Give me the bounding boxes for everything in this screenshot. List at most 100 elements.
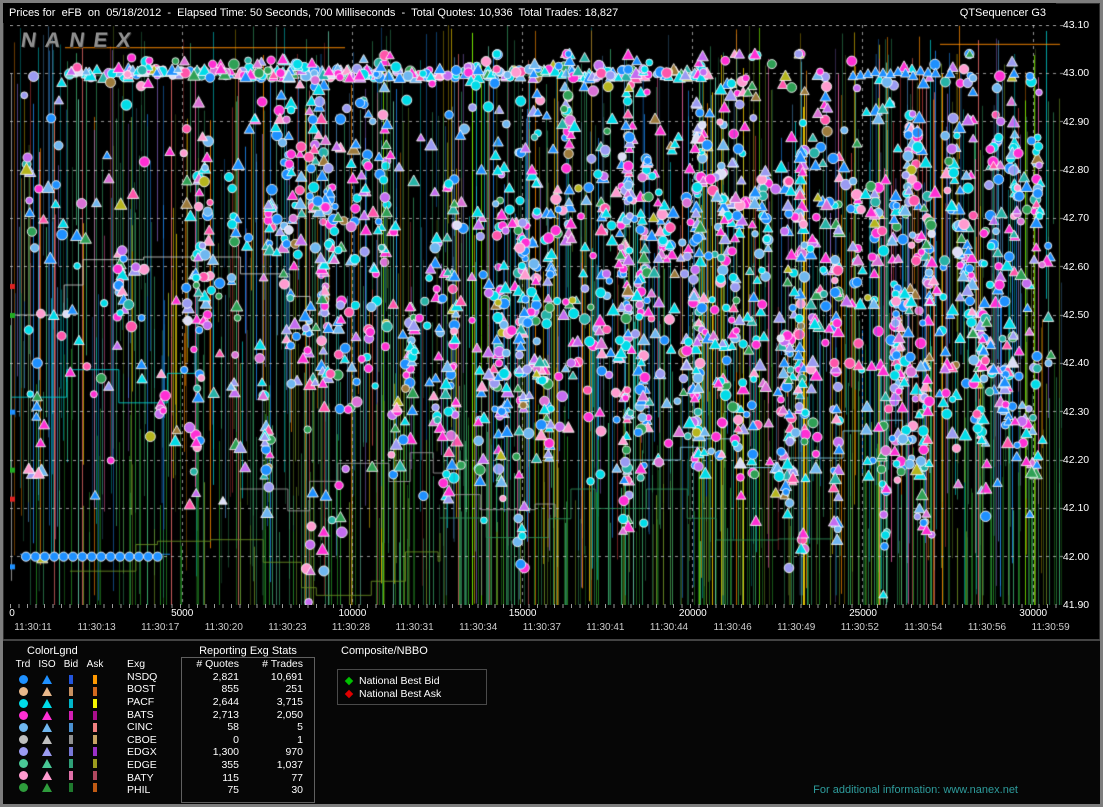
nbbo-item-label: National Best Bid <box>359 675 440 687</box>
iso-triangle-marker <box>42 723 52 732</box>
price-label: 42.40 <box>1057 357 1095 369</box>
legend-row <box>11 709 107 721</box>
legend-row <box>11 769 107 781</box>
x-time-label: 11:30:49 <box>769 622 823 633</box>
trd-circle-marker <box>19 759 28 768</box>
iso-triangle-marker <box>42 747 52 756</box>
bid-bar-marker <box>69 723 73 732</box>
price-label: 42.80 <box>1057 164 1095 176</box>
x-axis-ticks: 050001000015000200002500030000 <box>10 608 1063 620</box>
ask-bar-marker <box>93 675 97 684</box>
stats-exchange-name: NSDQ <box>127 671 185 683</box>
x-time-label: 11:30:46 <box>706 622 760 633</box>
stats-trades-value: 1 <box>245 734 307 746</box>
stats-quotes-value: 2,713 <box>185 709 245 721</box>
trd-circle-marker <box>19 687 28 696</box>
x-time-label: 11:30:13 <box>70 622 124 633</box>
nbbo-dot-icon <box>345 689 353 697</box>
bid-bar-marker <box>69 675 73 684</box>
iso-triangle-marker <box>42 675 52 684</box>
stats-table: Exg# Quotes# TradesNSDQ2,82110,691BOST85… <box>127 658 307 797</box>
stats-exchange-name: EDGE <box>127 759 185 771</box>
stats-row: CINC585 <box>127 721 307 734</box>
trd-circle-marker <box>19 747 28 756</box>
nbbo-box: National Best BidNational Best Ask <box>337 669 487 705</box>
trd-circle-marker <box>19 783 28 792</box>
stats-exchange-name: EDGX <box>127 746 185 758</box>
trd-circle-marker <box>19 711 28 720</box>
bid-bar-marker <box>69 783 73 792</box>
stats-quotes-value: 0 <box>185 734 245 746</box>
stats-exchange-name: BATS <box>127 709 185 721</box>
x-time-label: 11:30:37 <box>515 622 569 633</box>
price-label: 42.60 <box>1057 261 1095 273</box>
stats-exchange-name: CBOE <box>127 734 185 746</box>
x-tick-label: 30000 <box>1013 608 1053 619</box>
stats-title: Reporting Exg Stats <box>163 645 333 657</box>
stats-row: CBOE01 <box>127 734 307 747</box>
nbbo-item: National Best Ask <box>346 687 478 700</box>
stats-trades-value: 2,050 <box>245 709 307 721</box>
x-time-label: 11:30:11 <box>6 622 60 633</box>
price-label: 42.10 <box>1057 502 1095 514</box>
x-time-label: 11:30:20 <box>197 622 251 633</box>
stats-col-trades: # Trades <box>245 658 307 670</box>
stats-quotes-value: 58 <box>185 721 245 733</box>
x-tick-label: 5000 <box>162 608 202 619</box>
ask-bar-marker <box>93 699 97 708</box>
x-time-label: 11:30:56 <box>960 622 1014 633</box>
legend-row <box>11 721 107 733</box>
stats-quotes-value: 1,300 <box>185 746 245 758</box>
trd-circle-marker <box>19 723 28 732</box>
x-tick-label: 20000 <box>673 608 713 619</box>
x-time-label: 11:30:23 <box>260 622 314 633</box>
bid-bar-marker <box>69 699 73 708</box>
stats-col-exg: Exg <box>127 658 185 670</box>
nbbo-item: National Best Bid <box>346 674 478 687</box>
x-time-label: 11:30:44 <box>642 622 696 633</box>
stats-trades-value: 1,037 <box>245 759 307 771</box>
iso-triangle-marker <box>42 687 52 696</box>
legend-row <box>11 781 107 793</box>
iso-triangle-marker <box>42 699 52 708</box>
bid-bar-marker <box>69 735 73 744</box>
x-time-label: 11:30:59 <box>1024 622 1078 633</box>
price-label: 42.30 <box>1057 406 1095 418</box>
ask-bar-marker <box>93 771 97 780</box>
stats-col-quotes: # Quotes <box>185 658 245 670</box>
ask-bar-marker <box>93 747 97 756</box>
price-chart-canvas[interactable] <box>10 25 1063 605</box>
stats-row: NSDQ2,82110,691 <box>127 671 307 684</box>
stats-header-row: Exg# Quotes# Trades <box>127 658 307 671</box>
stats-row: EDGE3551,037 <box>127 759 307 772</box>
price-label: 43.10 <box>1057 19 1095 31</box>
bid-bar-marker <box>69 747 73 756</box>
legend-row <box>11 757 107 769</box>
legend-row <box>11 673 107 685</box>
trd-circle-marker <box>19 675 28 684</box>
nbbo-dot-icon <box>345 676 353 684</box>
price-label: 42.50 <box>1057 309 1095 321</box>
legend-column-header: Trd <box>11 659 35 670</box>
stats-exchange-name: BOST <box>127 683 185 695</box>
ask-bar-marker <box>93 687 97 696</box>
trd-circle-marker <box>19 699 28 708</box>
legend-row <box>11 685 107 697</box>
stats-row: BATY11577 <box>127 771 307 784</box>
stats-quotes-value: 355 <box>185 759 245 771</box>
x-time-label: 11:30:31 <box>388 622 442 633</box>
stats-exchange-name: BATY <box>127 772 185 784</box>
nbbo-title: Composite/NBBO <box>341 645 428 657</box>
trd-circle-marker <box>19 771 28 780</box>
ask-bar-marker <box>93 783 97 792</box>
titlebar: Prices for eFB on 05/18/2012 - Elapsed T… <box>3 3 1056 23</box>
qtsequencer-window: Prices for eFB on 05/18/2012 - Elapsed T… <box>0 0 1103 807</box>
price-label: 42.70 <box>1057 212 1095 224</box>
legend-panel: ColorLgnd TrdISOBidAsk Reporting Exg Sta… <box>3 639 1100 804</box>
x-time-label: 11:30:41 <box>578 622 632 633</box>
legend-column-header: Bid <box>59 659 83 670</box>
nbbo-item-label: National Best Ask <box>359 688 441 700</box>
stats-trades-value: 3,715 <box>245 696 307 708</box>
stats-quotes-value: 115 <box>185 772 245 784</box>
iso-triangle-marker <box>42 759 52 768</box>
